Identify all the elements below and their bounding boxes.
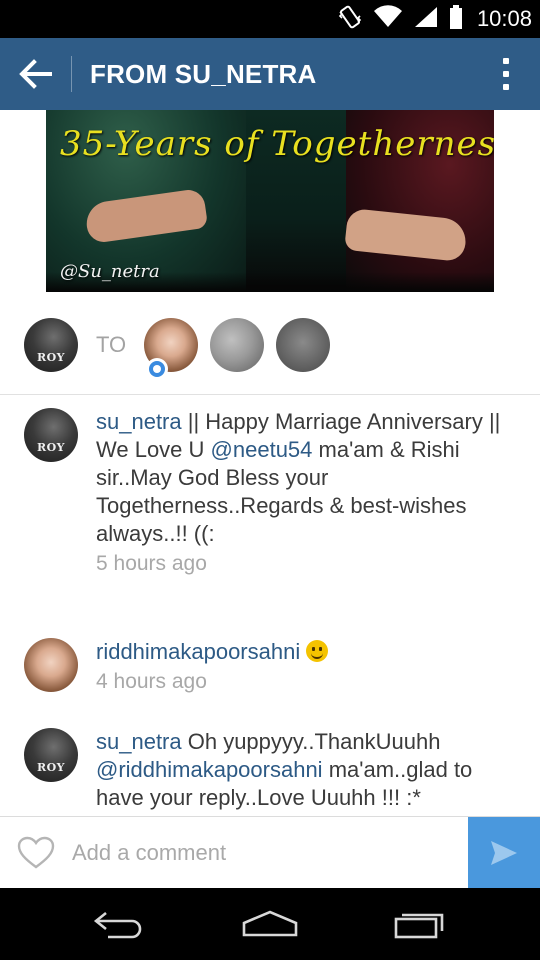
like-button[interactable] [16,833,56,873]
commenter-avatar[interactable]: ROY [24,408,78,462]
avatar-label: ROY [36,351,66,365]
comment-time: 4 hours ago [96,670,207,693]
wifi-icon [373,4,403,34]
recents-nav-icon [394,913,444,939]
comment-item: ROY su_netra Oh yuppyyy..ThankUuuhh @rid… [0,728,540,816]
status-bar: 10:08 [0,0,540,38]
comment-text: su_netra || Happy Marriage Anniversary |… [96,408,516,548]
sender-avatar[interactable]: ROY [24,318,78,372]
comment-bar [0,816,540,889]
comment-time: 5 hours ago [96,552,207,575]
commenter-avatar[interactable] [24,638,78,692]
nav-recents-button[interactable] [380,902,460,946]
navigation-bar [0,888,540,960]
recipients-row: ROY TO [0,310,540,380]
post-image[interactable]: 35-Years of Togetherness @Su_netra [46,110,494,292]
overflow-menu-button[interactable] [492,54,520,94]
send-icon [491,841,517,865]
recipient-avatar[interactable] [210,318,264,372]
comment-text: riddhimakapoorsahni [96,638,516,666]
battery-icon [449,4,463,35]
clock: 10:08 [476,6,532,31]
send-button[interactable] [468,817,540,889]
comment-mention[interactable]: @riddhimakapoorsahni [96,757,323,782]
comment-body: riddhimakapoorsahni 4 hours ago [96,638,516,696]
smiley-emoji-icon [306,640,329,662]
content-area[interactable]: 35-Years of Togetherness @Su_netra ROY T… [0,110,540,816]
comment-item: riddhimakapoorsahni 4 hours ago [0,638,540,708]
nav-home-button[interactable] [230,902,310,946]
home-nav-icon [242,910,298,937]
back-button[interactable] [12,52,60,96]
comment-text-part: Oh yuppyyy..ThankUuuhh [181,729,441,754]
overflow-menu-icon [503,57,509,64]
overflow-menu-dot [503,70,509,77]
page-title: FROM SU_NETRA [90,59,317,89]
comment-username[interactable]: su_netra [96,409,182,434]
overflow-menu-dot [503,84,509,91]
comment-mention[interactable]: @neetu54 [211,437,313,462]
comment-body: su_netra || Happy Marriage Anniversary |… [96,408,516,578]
comment-username[interactable]: riddhimakapoorsahni [96,639,300,664]
comment-username[interactable]: su_netra [96,729,182,754]
heart-icon [17,836,55,869]
nav-back-button[interactable] [80,902,160,946]
comment-body: su_netra Oh yuppyyy..ThankUuuhh @riddhim… [96,728,516,812]
comment-item: ROY su_netra || Happy Marriage Anniversa… [0,408,540,618]
action-bar: FROM SU_NETRA [0,38,540,110]
image-watermark: @Su_netra [60,261,160,282]
avatar-label: ROY [36,441,66,455]
back-nav-icon [93,911,142,939]
arrow-left-icon [19,59,52,89]
image-caption: 35-Years of Togetherness [60,124,494,164]
divider [0,394,540,395]
comment-input[interactable] [72,833,452,873]
signal-icon [413,5,439,34]
recipient-avatar[interactable] [276,318,330,372]
comment-text: su_netra Oh yuppyyy..ThankUuuhh @riddhim… [96,728,516,812]
commenter-avatar[interactable]: ROY [24,728,78,782]
direct-badge-icon [146,358,168,380]
action-bar-divider [71,56,72,92]
vibrate-icon [337,4,363,35]
to-label: TO [96,332,127,357]
avatar-label: ROY [36,761,66,775]
